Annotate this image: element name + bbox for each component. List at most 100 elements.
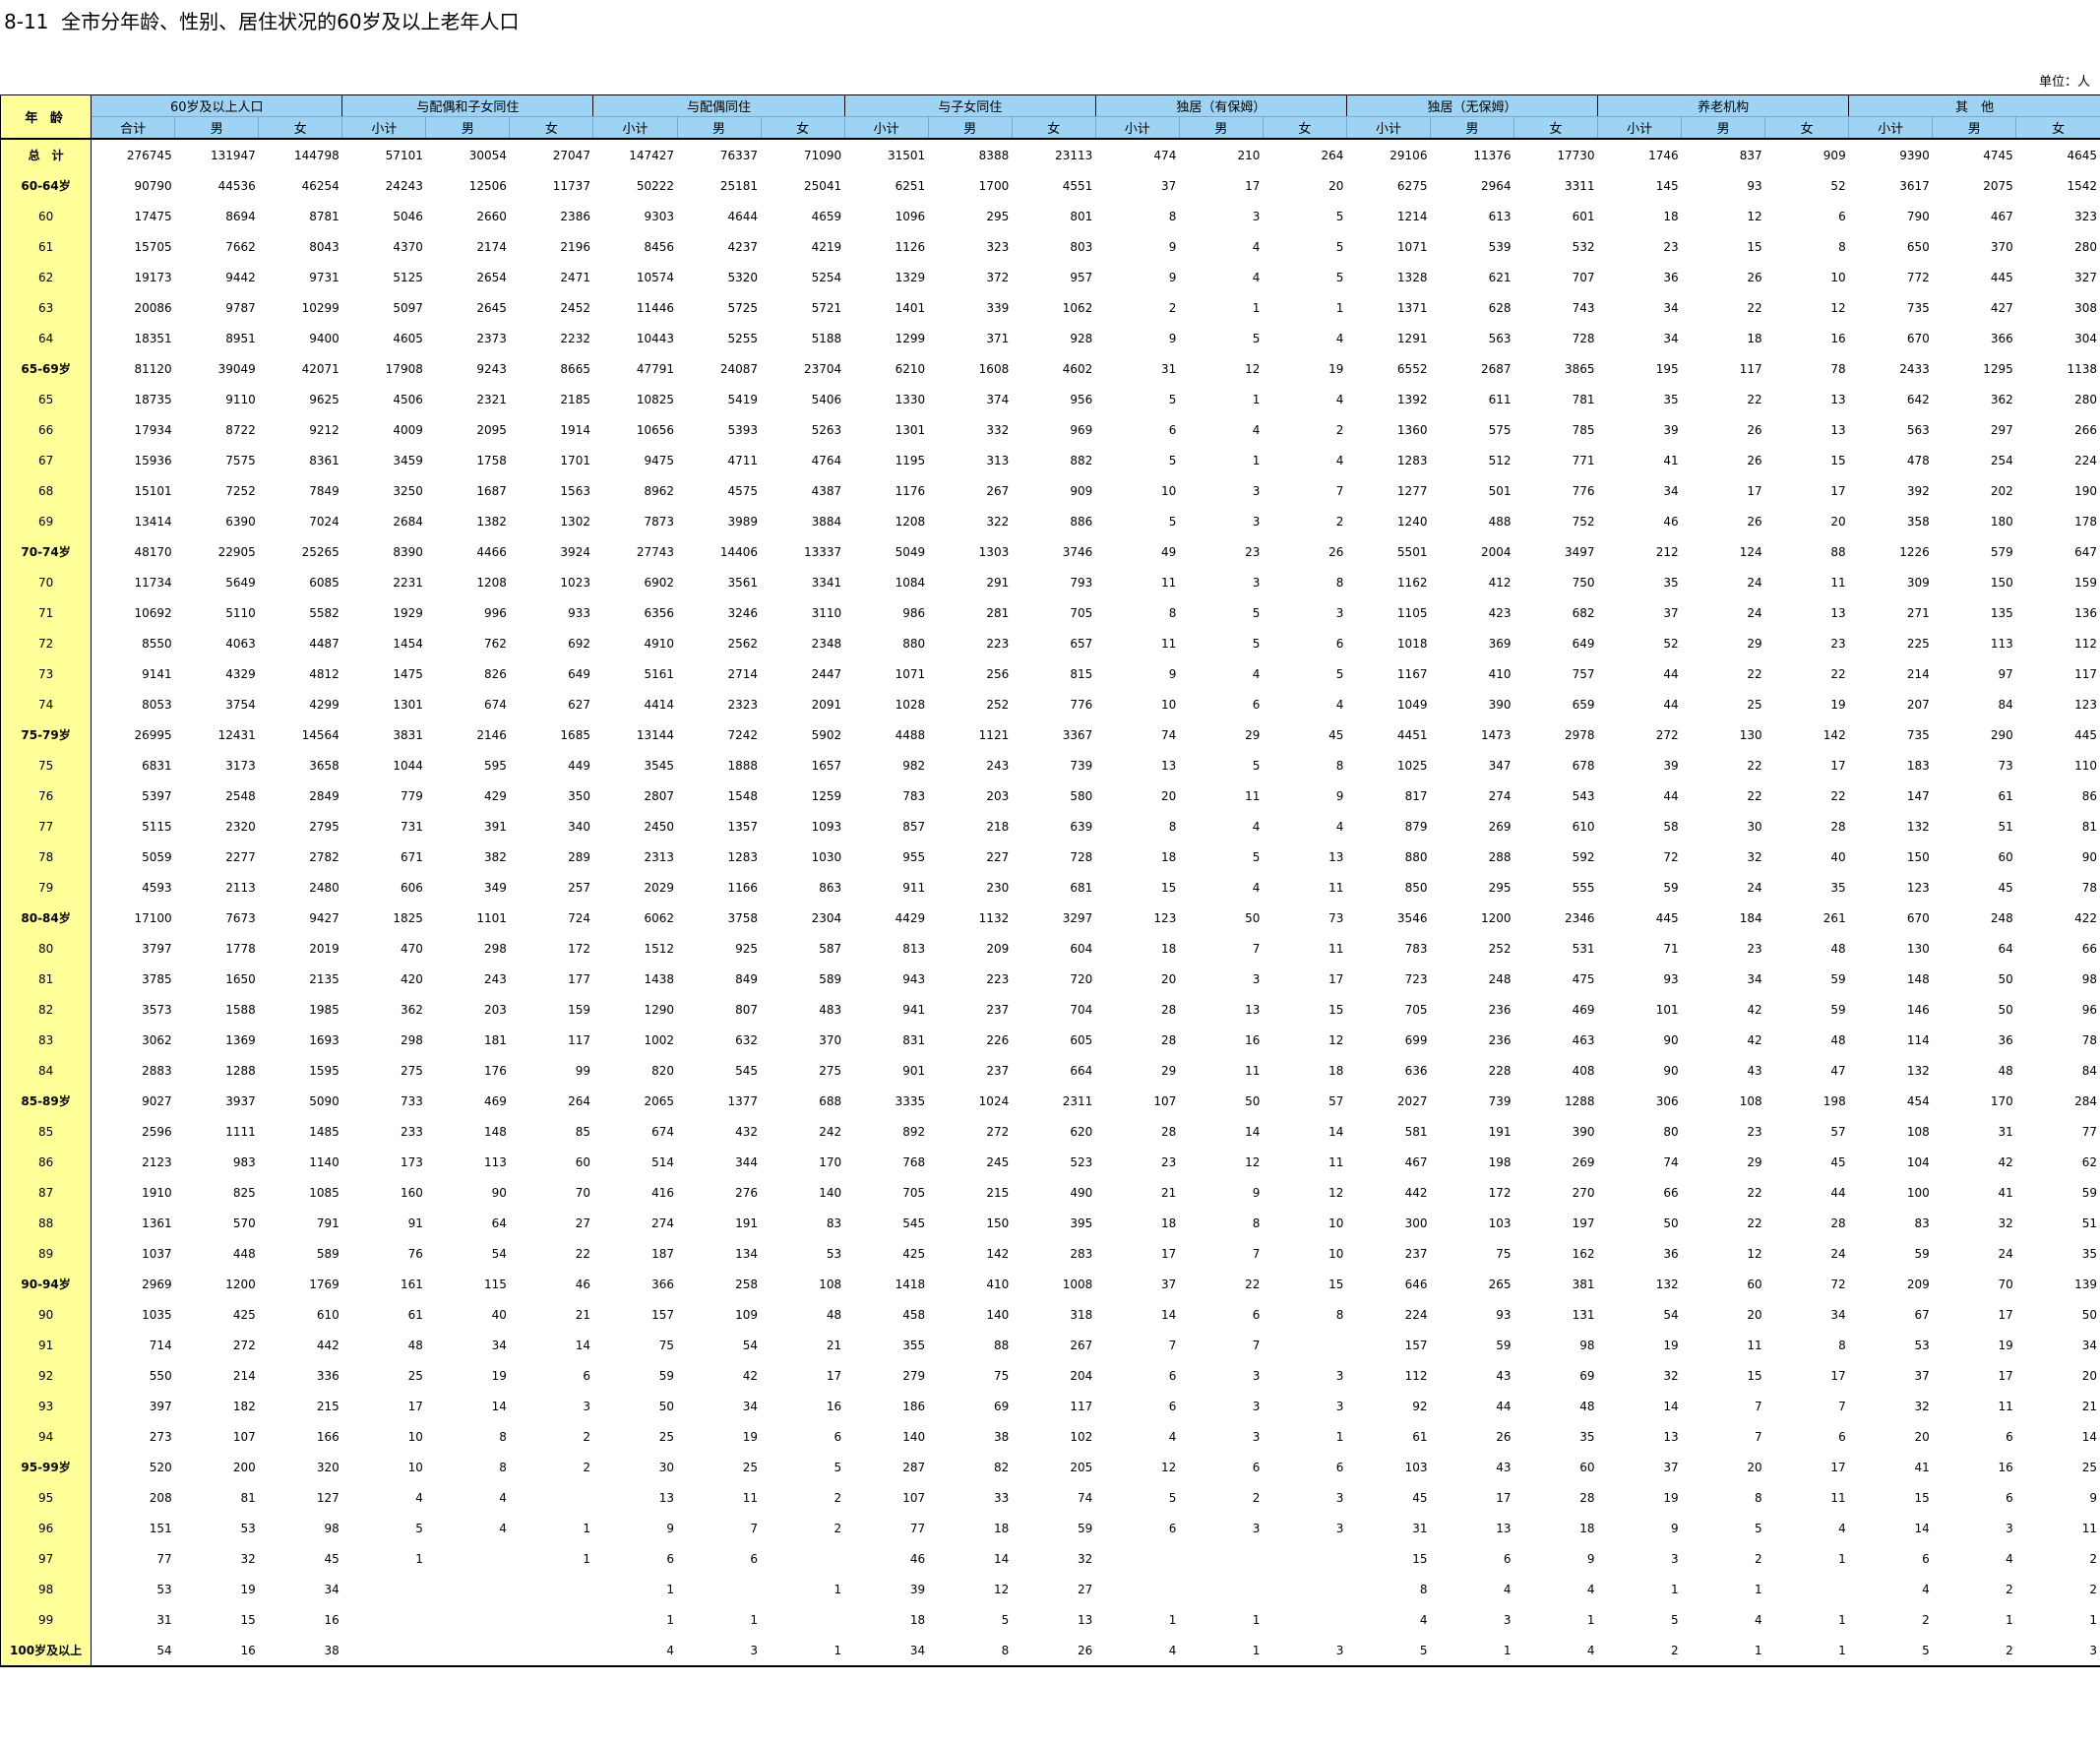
value-cell: 4 (1335, 453, 1344, 467)
value-cell: 44 (1663, 697, 1679, 712)
value-cell: 6 (1168, 422, 1177, 437)
value-cell: 880 (1404, 849, 1428, 864)
table-row: 82 3573 1588 1985 362 203 159 1290 807 483 941 237 7… (0, 994, 2100, 1025)
value-cell: 692 (568, 636, 590, 651)
value-cell: 14 (1161, 1307, 1177, 1322)
value-cell: 996 (484, 605, 507, 620)
age-cell: 80-84岁 (0, 903, 93, 933)
value-cell: 16 (1830, 331, 1846, 345)
value-cell: 410 (986, 1277, 1010, 1291)
value-cell: 3 (1263, 1635, 1347, 1667)
value-cell: 3459 (393, 453, 423, 467)
value-cell: 1 (583, 1521, 590, 1535)
value-cell: 113 (484, 1154, 507, 1169)
value-cell: 4 (499, 1521, 507, 1535)
value-cell: 1 (415, 1551, 423, 1566)
age-cell: 63 (0, 292, 93, 323)
value-cell: 59 (1830, 971, 1846, 986)
value-cell: 10825 (636, 392, 675, 406)
value-cell: 26 (1747, 453, 1762, 467)
table-row: 75-79岁 26995 12431 14564 3831 2146 1685 13144 72… (0, 719, 2100, 750)
value-cell: 1475 (393, 666, 423, 681)
value-cell: 2471 (560, 270, 590, 284)
sub-header: 女 (760, 116, 845, 140)
value-cell: 50 (1663, 1215, 1679, 1230)
value-cell: 2 (2006, 1582, 2013, 1596)
value-cell: 15 (1914, 1490, 1930, 1505)
value-cell: 1301 (393, 697, 423, 712)
value-cell: 3546 (1396, 910, 1428, 925)
value-cell: 83 (826, 1215, 842, 1230)
value-cell: 34 (1747, 971, 1762, 986)
value-cell: 88 (1830, 544, 1846, 559)
value-cell: 22 (1747, 1215, 1762, 1230)
value-cell: 681 (1070, 880, 1093, 895)
unit-label: 单位：人 (2038, 75, 2090, 90)
value-cell: 2348 (811, 636, 842, 651)
value-cell: 982 (902, 758, 926, 773)
value-cell: 2313 (644, 849, 675, 864)
age-cell: 83 (0, 1025, 93, 1055)
value-cell: 191 (735, 1215, 759, 1230)
table-row: 80-84岁 17100 7673 9427 1825 1101 724 6062 3758 23… (0, 903, 2100, 933)
value-cell: 67 (1914, 1307, 1930, 1322)
value-cell: 1 (1252, 1612, 1261, 1627)
value-cell: 610 (1572, 819, 1595, 834)
value-cell: 6210 (895, 361, 926, 376)
value-cell: 34 (2081, 1338, 2097, 1352)
value-cell (510, 1574, 593, 1604)
value-cell: 272 (232, 1338, 256, 1352)
value-cell: 184 (1739, 910, 1762, 925)
value-cell: 22 (1747, 300, 1762, 315)
value-cell: 1595 (309, 1063, 340, 1078)
value-cell: 1778 (225, 941, 256, 956)
value-cell: 2123 (142, 1154, 172, 1169)
value-cell: 4605 (393, 331, 423, 345)
value-cell: 704 (1070, 1002, 1093, 1017)
value-cell: 3 (677, 1635, 762, 1667)
value-cell: 298 (400, 1032, 423, 1047)
value-cell: 16 (324, 1612, 340, 1627)
value-cell: 88 (993, 1338, 1010, 1352)
value-cell: 19 (1663, 1490, 1679, 1505)
value-cell: 11 (1161, 575, 1177, 590)
value-cell: 3 (1252, 1399, 1261, 1413)
value-cell: 47791 (636, 361, 675, 376)
value-cell: 8781 (309, 209, 340, 223)
value-cell: 200 (232, 1460, 256, 1474)
table-row: 65-69岁 81120 39049 42071 17908 9243 8665 47791 2… (0, 353, 2100, 384)
value-cell: 9 (1252, 1185, 1261, 1200)
value-cell: 580 (1070, 788, 1093, 803)
value-cell: 381 (1572, 1277, 1595, 1291)
table-row: 90-94岁 2969 1200 1769 161 115 46 366 258 108 1418 4… (0, 1269, 2100, 1299)
value-cell: 2562 (727, 636, 759, 651)
value-cell: 1 (1335, 300, 1344, 315)
value-cell: 29 (1747, 1154, 1762, 1169)
sub-header: 女 (509, 116, 594, 140)
value-cell: 5 (1252, 605, 1261, 620)
value-cell: 57 (1328, 1093, 1344, 1108)
value-cell: 4299 (309, 697, 340, 712)
value-cell: 1259 (811, 788, 842, 803)
value-cell: 4506 (393, 392, 423, 406)
value-cell: 64 (1998, 941, 2013, 956)
value-cell: 3341 (811, 575, 842, 590)
value-cell: 550 (149, 1368, 172, 1383)
value-cell: 20 (1161, 788, 1177, 803)
value-cell: 605 (1070, 1032, 1093, 1047)
value-cell: 72 (1830, 1277, 1846, 1291)
value-cell: 136 (2074, 605, 2097, 620)
value-cell: 54 (1663, 1307, 1679, 1322)
value-cell: 76 (407, 1246, 423, 1261)
value-cell: 1132 (978, 910, 1010, 925)
value-cell: 26 (1328, 544, 1344, 559)
value-cell: 5 (1001, 1612, 1010, 1627)
value-cell: 140 (819, 1185, 842, 1200)
value-cell: 2095 (476, 422, 507, 437)
value-cell: 48170 (134, 544, 172, 559)
value-cell: 309 (1906, 575, 1930, 590)
value-cell: 37 (1663, 605, 1679, 620)
value-cell: 35 (1663, 392, 1679, 406)
value-cell: 4 (1586, 1582, 1595, 1596)
value-cell: 8 (1419, 1582, 1428, 1596)
